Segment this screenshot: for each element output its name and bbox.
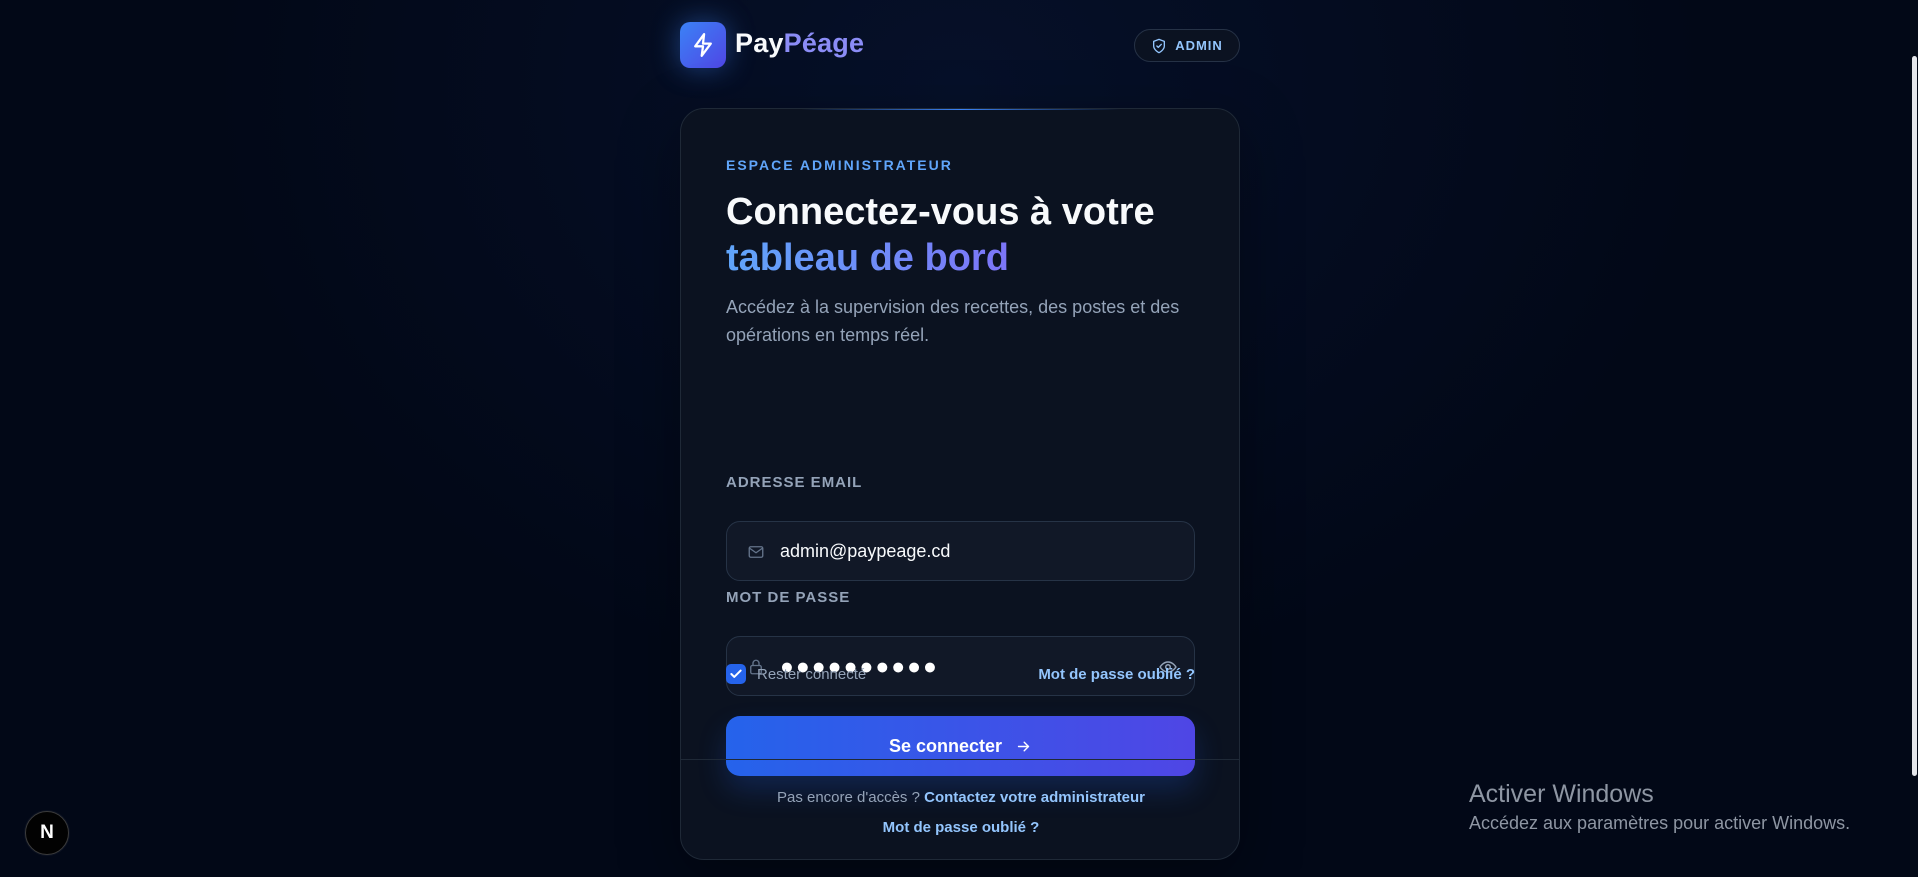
login-card: ESPACE ADMINISTRATEUR Connectez-vous à v… xyxy=(680,108,1240,860)
access-prompt: Pas encore d'accès ? xyxy=(776,789,920,806)
footer-forgot-row: Mot de passe oublié ? xyxy=(681,813,1239,843)
brand-name-pay: Pay xyxy=(735,28,784,58)
remember-me-checkbox[interactable] xyxy=(726,664,746,684)
activation-title: Activer Windows xyxy=(1469,780,1654,808)
footer-forgot-password-link[interactable]: Mot de passe oublié ? xyxy=(883,819,1040,836)
top-header: PayPéage ADMIN xyxy=(680,22,1240,70)
admin-space-label: ESPACE ADMINISTRATEUR xyxy=(726,157,953,173)
admin-badge: ADMIN xyxy=(1134,29,1240,62)
login-button[interactable]: Se connecter xyxy=(726,716,1195,776)
lightning-bolt-icon xyxy=(680,22,726,68)
login-form: ESPACE ADMINISTRATEUR Connectez-vous à v… xyxy=(726,157,1195,776)
contact-admin-link[interactable]: Contactez votre administrateur xyxy=(924,789,1145,806)
arrow-right-icon[interactable] xyxy=(1015,738,1032,755)
password-label: MOT DE PASSE xyxy=(726,589,851,606)
check-icon xyxy=(730,669,742,678)
email-input-value[interactable]: admin@paypeage.cd xyxy=(780,541,950,562)
activation-subtitle: Accédez aux paramètres pour activer Wind… xyxy=(1469,813,1851,833)
email-label: ADRESSE EMAIL xyxy=(726,474,863,491)
next-dev-badge[interactable]: N xyxy=(25,811,69,855)
remember-me-option[interactable]: Rester connecté xyxy=(726,664,866,684)
windows-activation-watermark: Activer Windows Accédez aux paramètres p… xyxy=(1469,778,1889,836)
login-subtitle: Accédez à la supervision des recettes, d… xyxy=(726,297,1180,345)
login-footer: Pas encore d'accès ? Contactez votre adm… xyxy=(681,783,1239,843)
remember-me-label[interactable]: Rester connecté xyxy=(757,666,866,683)
shield-check-icon xyxy=(1153,38,1166,53)
scrollbar-thumb[interactable] xyxy=(1912,56,1917,776)
login-title-accent: tableau de bord xyxy=(726,235,1156,281)
contact-row: Pas encore d'accès ? Contactez votre adm… xyxy=(681,783,1239,813)
login-page: PayPéage ADMIN ESPACE ADMINISTRATEUR Con… xyxy=(0,0,1918,877)
brand-name: PayPéage xyxy=(735,28,864,59)
email-field[interactable]: admin@paypeage.cd xyxy=(726,521,1195,581)
card-divider xyxy=(681,759,1239,760)
mail-icon xyxy=(747,543,765,561)
brand-name-peage: Péage xyxy=(783,28,865,58)
admin-badge-label: ADMIN xyxy=(1175,38,1223,53)
remember-forgot-row: Rester connecté Mot de passe oublié ? xyxy=(726,662,1195,686)
login-button-label[interactable]: Se connecter xyxy=(889,736,1002,757)
forgot-password-link[interactable]: Mot de passe oublié ? xyxy=(1038,666,1195,683)
vertical-scrollbar[interactable] xyxy=(1910,0,1918,877)
login-title: Connectez-vous à votre tableau de bord xyxy=(726,189,1156,281)
login-title-primary: Connectez-vous à votre xyxy=(726,191,1155,233)
